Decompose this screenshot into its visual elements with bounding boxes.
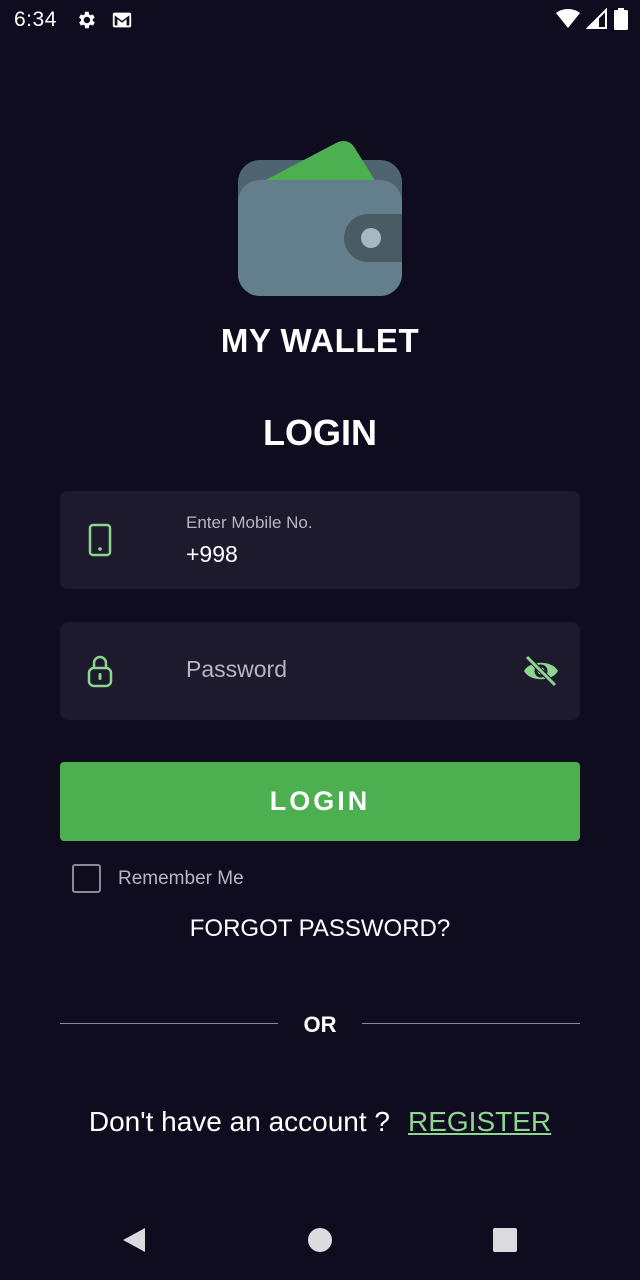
register-link[interactable]: REGISTER [408,1106,551,1137]
remember-me-label: Remember Me [118,867,244,889]
back-icon[interactable] [120,1226,148,1254]
recents-icon[interactable] [491,1226,519,1254]
remember-me-row[interactable]: Remember Me [72,864,244,893]
password-field[interactable]: Password [60,622,580,720]
signal-icon [585,7,608,35]
status-time: 6:34 [14,8,57,31]
register-prompt: Don't have an account ? [88,1106,390,1137]
mobile-number-label: Enter Mobile No. [186,513,313,532]
or-separator: OR [303,1012,337,1037]
login-button[interactable]: LOGIN [60,762,580,841]
home-icon[interactable] [306,1226,334,1254]
status-bar: 6:34 [0,0,640,40]
gmail-icon [111,9,133,31]
page-title: LOGIN [263,412,377,453]
eye-off-icon[interactable] [522,654,560,688]
mobile-number-field[interactable]: Enter Mobile No. +998 [60,491,580,589]
battery-icon [614,8,628,35]
lock-icon [86,654,114,688]
remember-me-checkbox[interactable] [72,864,101,893]
forgot-password-link[interactable]: FORGOT PASSWORD? [0,915,640,943]
register-row: Don't have an account ? REGISTER [0,1106,640,1138]
app-name: MY WALLET [220,322,420,359]
password-input[interactable]: Password [186,656,287,683]
phone-icon [86,523,114,557]
mobile-number-input[interactable]: +998 [186,541,238,568]
wallet-icon [238,138,404,298]
wifi-icon [556,8,580,35]
divider-left [60,1023,278,1024]
divider-right [362,1023,580,1024]
navigation-bar [0,1200,640,1280]
settings-icon [75,9,97,31]
